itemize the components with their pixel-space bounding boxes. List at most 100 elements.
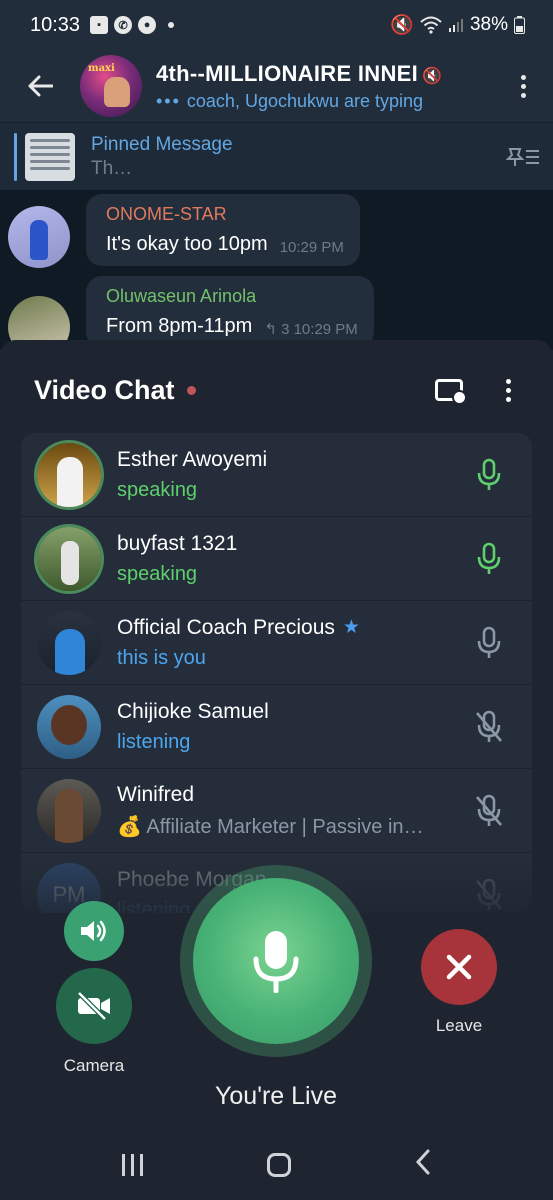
chat-title-area[interactable]: 4th--MILLIONAIRE INNEI 🔇 ••• coach, Ugochu… — [156, 61, 493, 112]
chat-header: maxi 4th--MILLIONAIRE INNEI 🔇 ••• coach, U… — [0, 50, 553, 122]
sender-name: Oluwaseun Arinola — [106, 286, 257, 306]
battery-percent: 38% — [469, 14, 508, 35]
gallery-icon: ▪ — [90, 16, 109, 34]
speaker-icon — [81, 920, 106, 942]
participant-status: this is you — [117, 646, 206, 669]
participant-avatar[interactable] — [37, 694, 101, 759]
wifi-icon — [420, 16, 442, 34]
message-bubble[interactable]: Oluwaseun Arinola From 8pm-11pm ↰ 3 10:2… — [86, 276, 374, 348]
participant-row[interactable]: Chijioke Samuel listening — [21, 685, 532, 769]
leave-button[interactable] — [421, 929, 497, 1005]
message-time: 10:29 PM — [293, 321, 358, 338]
mic-button[interactable] — [446, 710, 532, 744]
participant-row-self[interactable]: Official Coach Precious ★ this is you — [21, 601, 532, 685]
participant-name: buyfast 1321 — [117, 531, 238, 555]
status-bar: 10:33 ▪ ✆ ● 🔇 38% — [0, 0, 553, 50]
close-icon — [446, 954, 472, 980]
camera-off-icon — [77, 991, 110, 1021]
participant-status: speaking — [117, 562, 198, 585]
participant-avatar[interactable] — [37, 442, 101, 507]
pinned-indicator — [14, 132, 17, 181]
pinned-message-bar[interactable]: Pinned Message Th… — [0, 122, 553, 190]
system-navigation-bar — [0, 1130, 553, 1200]
mic-icon — [477, 626, 501, 658]
pinned-text: Pinned Message Th… — [91, 134, 493, 180]
mic-muted-icon — [476, 878, 502, 910]
participant-row[interactable]: buyfast 1321 speaking — [21, 517, 532, 601]
group-title: 4th--MILLIONAIRE INNEI 🔇 — [156, 61, 493, 87]
back-button[interactable] — [0, 75, 80, 97]
pinned-thumbnail — [25, 132, 75, 181]
participant-status: listening — [117, 730, 191, 753]
main-mic-button[interactable] — [193, 878, 359, 1044]
participant-name: Official Coach Precious — [117, 615, 335, 639]
video-chat-menu-button[interactable] — [483, 378, 533, 402]
microphone-icon: ● — [138, 16, 157, 34]
premium-star-icon: ★ — [342, 617, 360, 638]
camera-label: Camera — [63, 1056, 125, 1075]
mic-active-icon — [477, 542, 501, 574]
message-bubble[interactable]: ONOME-STAR It's okay too 10pm 10:29 PM — [86, 194, 360, 266]
more-notifications-icon — [168, 22, 175, 28]
pinned-title: Pinned Message — [91, 133, 233, 155]
sender-name: ONOME-STAR — [106, 204, 227, 224]
pinned-list-button[interactable] — [493, 145, 553, 169]
muted-chat-icon: 🔇 — [422, 67, 443, 85]
speaker-button[interactable] — [64, 901, 124, 961]
message-meta: ↰ 3 10:29 PM — [264, 321, 358, 338]
notification-icons: ▪ ✆ ● — [90, 16, 175, 34]
message-content: From 8pm-11pm ↰ 3 10:29 PM — [106, 315, 358, 338]
recording-indicator — [186, 385, 196, 395]
participant-bio: 💰 Affiliate Marketer | Passive in… — [117, 815, 424, 838]
recent-apps-button[interactable] — [122, 1154, 143, 1176]
signal-icon — [448, 19, 463, 32]
pinned-preview: Th… — [91, 157, 133, 179]
participant-avatar[interactable] — [37, 610, 101, 675]
mic-button[interactable] — [446, 794, 532, 828]
participant-name: Chijioke Samuel — [117, 699, 269, 723]
mic-button[interactable] — [446, 458, 532, 492]
mic-button[interactable] — [446, 878, 532, 912]
camera-button[interactable] — [56, 968, 132, 1044]
mic-active-icon — [477, 458, 501, 490]
back-nav-button[interactable] — [415, 1149, 431, 1182]
participant-status: speaking — [117, 478, 198, 501]
typing-dots-icon: ••• — [156, 90, 181, 111]
group-title-text: 4th--MILLIONAIRE INNEI — [156, 60, 419, 86]
participant-name: Winifred — [117, 782, 195, 806]
home-button[interactable] — [267, 1153, 291, 1177]
message-text: It's okay too 10pm — [106, 233, 268, 255]
chat-menu-button[interactable] — [493, 74, 553, 98]
battery-icon — [514, 16, 525, 34]
typing-text: coach, Ugochukwu are typing — [186, 90, 424, 111]
participants-list[interactable]: Esther Awoyemi speaking buyfast 1321 spe… — [21, 433, 532, 913]
screen-share-button[interactable] — [435, 379, 467, 405]
reply-count: 3 — [281, 321, 290, 338]
system-icons: 🔇 38% — [390, 13, 525, 37]
mic-button[interactable] — [446, 542, 532, 576]
participant-name: Esther Awoyemi — [117, 447, 268, 471]
participant-row[interactable]: Esther Awoyemi speaking — [21, 433, 532, 517]
live-status-label: You're Live — [215, 1082, 337, 1110]
message-text: From 8pm-11pm — [106, 315, 253, 337]
participant-avatar[interactable] — [37, 778, 101, 843]
participant-name-wrap: Official Coach Precious ★ — [117, 616, 446, 640]
participant-row[interactable]: Winifred 💰 Affiliate Marketer | Passive … — [21, 769, 532, 853]
arrow-left-icon — [28, 75, 53, 97]
status-time: 10:33 — [30, 13, 81, 36]
video-chat-panel: Video Chat Esther Awoyemi speaking buyfa… — [0, 340, 553, 1200]
mic-button[interactable] — [446, 626, 532, 660]
sender-avatar[interactable] — [8, 206, 70, 268]
avatar-tag: maxi — [88, 63, 115, 74]
mic-muted-icon — [476, 794, 502, 826]
group-avatar[interactable]: maxi — [80, 55, 142, 117]
pin-list-icon — [506, 147, 539, 166]
microphone-icon — [253, 931, 299, 993]
mic-muted-icon — [476, 710, 502, 742]
message-content: It's okay too 10pm 10:29 PM — [106, 233, 344, 256]
message-time: 10:29 PM — [279, 239, 344, 256]
whatsapp-icon: ✆ — [114, 16, 133, 34]
participant-avatar[interactable] — [37, 526, 101, 591]
typing-indicator: ••• coach, Ugochukwu are typing — [156, 91, 493, 112]
message-item[interactable]: ONOME-STAR It's okay too 10pm 10:29 PM — [8, 194, 360, 268]
